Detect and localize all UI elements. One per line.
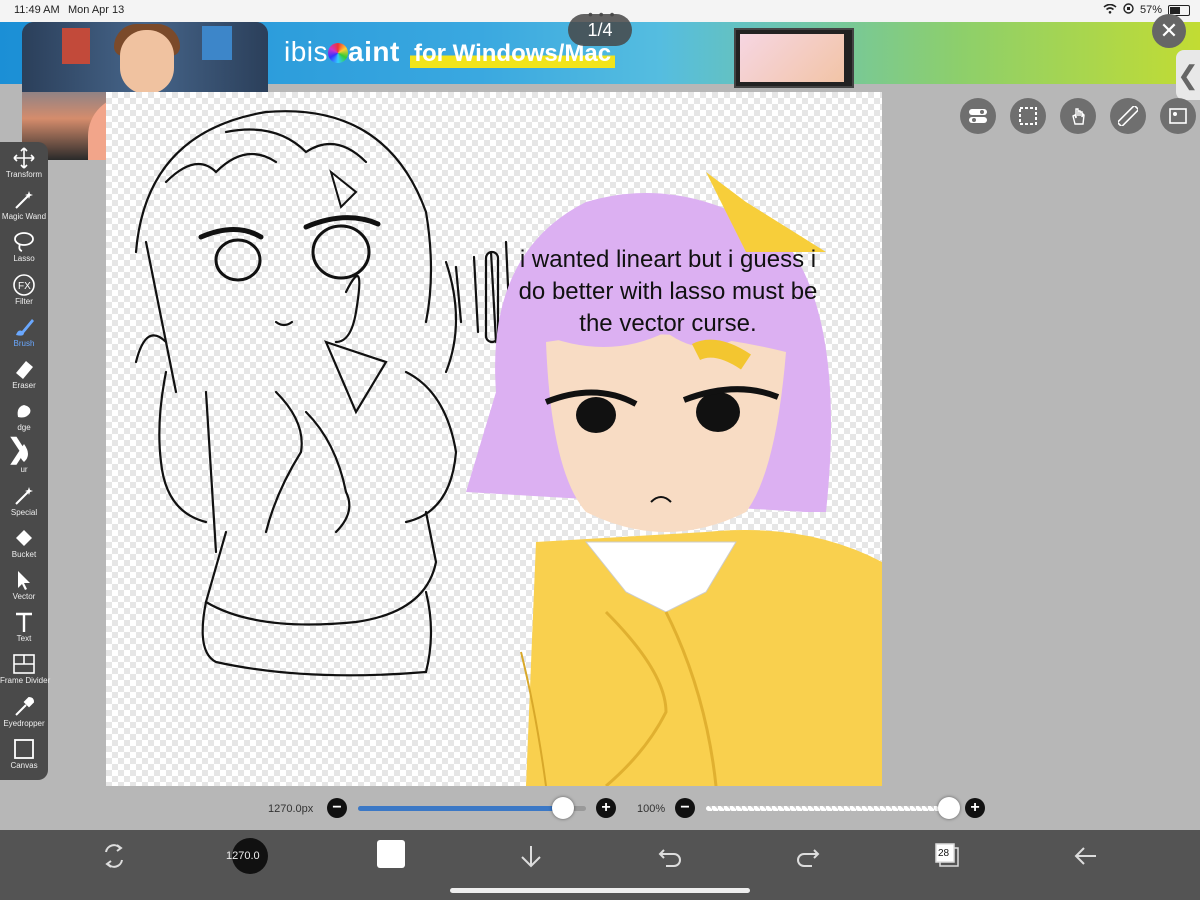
tool-canvas[interactable]: Canvas: [0, 735, 48, 777]
lasso-icon: [0, 230, 48, 254]
opacity-slider-knob[interactable]: [938, 797, 960, 819]
download-button[interactable]: [518, 842, 544, 874]
hand-icon: [1072, 108, 1085, 125]
material-button[interactable]: [1160, 98, 1196, 134]
tool-bucket[interactable]: Bucket: [0, 524, 48, 566]
selection-button[interactable]: [1010, 98, 1046, 134]
opacity-label: 100%: [637, 803, 666, 815]
status-right: 57%: [1103, 3, 1190, 17]
undo-button[interactable]: [656, 842, 684, 874]
tool-label: ur: [20, 465, 28, 475]
tool-label: dge: [17, 423, 31, 433]
tool-label: Lasso: [13, 254, 35, 264]
close-ad-button[interactable]: ✕: [1152, 14, 1186, 48]
status-date: Mon Apr 13: [68, 4, 125, 16]
arrow-left-icon: [1074, 847, 1096, 865]
swap-icon: [105, 844, 123, 868]
opacity-decrease-button[interactable]: −: [675, 798, 695, 818]
tool-frame-divider[interactable]: Frame Divider: [0, 650, 51, 692]
redo-icon: [797, 849, 820, 867]
tool-label: Canvas: [10, 760, 38, 770]
battery-percent: 57%: [1139, 4, 1162, 16]
size-increase-button[interactable]: +: [596, 798, 616, 818]
opacity-increase-button[interactable]: +: [965, 798, 985, 818]
eraser-icon: [0, 357, 48, 381]
brush-size-preview-button[interactable]: 1270.0: [226, 838, 268, 874]
magic-wand-icon: [0, 188, 48, 212]
tool-eraser[interactable]: Eraser: [0, 355, 48, 397]
canvas-caption-text: i wanted lineart but i guess i do better…: [518, 246, 818, 337]
color-wheel-icon: [328, 43, 349, 63]
tool-vector[interactable]: Vector: [0, 566, 48, 608]
tool-label: Frame Divider: [0, 676, 51, 686]
fx-icon: FX: [0, 273, 48, 297]
side-panel-tab[interactable]: ❮: [1176, 50, 1200, 100]
tool-brush[interactable]: Brush: [0, 313, 48, 355]
tool-transform[interactable]: Transform: [0, 144, 48, 186]
tool-magic-wand[interactable]: Magic Wand: [0, 186, 48, 228]
brush-size-label: 1270.0px: [268, 803, 314, 815]
tool-label: Magic Wand: [1, 212, 47, 222]
drawing-canvas[interactable]: i wanted lineart but i guess i do better…: [106, 92, 882, 786]
slider-bar: 1270.0px − + 100% − +: [0, 790, 1200, 828]
redo-button[interactable]: [794, 842, 822, 874]
tool-label: Eraser: [12, 381, 36, 390]
selection-icon: [1019, 107, 1037, 125]
color-swatch-button[interactable]: [377, 840, 405, 868]
tool-text[interactable]: Text: [0, 608, 48, 650]
swap-tools-button[interactable]: [100, 842, 128, 874]
toggle-icon: [969, 109, 987, 123]
lineart-sketch: [134, 110, 513, 677]
frame-divider-icon: [0, 652, 48, 676]
layer-count: 28: [938, 848, 950, 859]
eyedropper-icon: [0, 695, 48, 719]
arrow-down-icon: [521, 846, 541, 868]
svg-text:FX: FX: [18, 281, 31, 292]
toggle-settings-button[interactable]: [960, 98, 996, 134]
orientation-lock-icon: [1123, 3, 1134, 17]
ruler-button[interactable]: [1110, 98, 1146, 134]
tool-label: Transform: [5, 170, 43, 179]
tool-label: Special: [10, 507, 38, 517]
artwork: [134, 110, 882, 786]
tool-eyedropper[interactable]: Eyedropper: [0, 693, 48, 735]
brush-size-preview-text: 1270.0: [226, 850, 260, 862]
move-icon: [0, 146, 48, 170]
ad-pager: 1/4: [568, 14, 632, 46]
tool-label: Eyedropper: [3, 718, 45, 728]
status-time: 11:49 AM: [14, 4, 60, 16]
undo-icon: [658, 849, 681, 867]
tool-label: Vector: [12, 592, 36, 601]
tool-label: Brush: [13, 338, 35, 348]
touch-button[interactable]: [1060, 98, 1096, 134]
canvas-icon: [0, 737, 48, 761]
image-icon: [1169, 108, 1187, 124]
tool-label: Text: [16, 634, 32, 644]
tool-special[interactable]: Special: [0, 482, 48, 524]
brush-icon: [0, 315, 48, 339]
tool-lasso[interactable]: Lasso: [0, 228, 48, 270]
wifi-icon: [1103, 3, 1117, 17]
tool-filter[interactable]: FX Filter: [0, 271, 48, 313]
ruler-icon: [1118, 106, 1138, 126]
ad-screenshot-thumbnail: [734, 28, 854, 88]
brush-size-slider-knob[interactable]: [552, 797, 575, 819]
ad-brand: ibis aint: [284, 36, 400, 67]
opacity-slider[interactable]: [706, 806, 956, 811]
vector-icon: [0, 568, 48, 592]
bucket-icon: [0, 526, 48, 550]
home-indicator: [450, 888, 750, 893]
smudge-icon: [0, 399, 48, 423]
special-icon: [0, 484, 48, 508]
tool-label: Filter: [15, 296, 33, 306]
tool-label: Bucket: [11, 549, 37, 559]
collapse-toolbar-icon[interactable]: ❯: [6, 432, 29, 465]
layers-button[interactable]: 28: [934, 842, 962, 874]
text-icon: [0, 610, 48, 634]
size-decrease-button[interactable]: −: [327, 798, 347, 818]
back-button[interactable]: [1072, 842, 1100, 874]
